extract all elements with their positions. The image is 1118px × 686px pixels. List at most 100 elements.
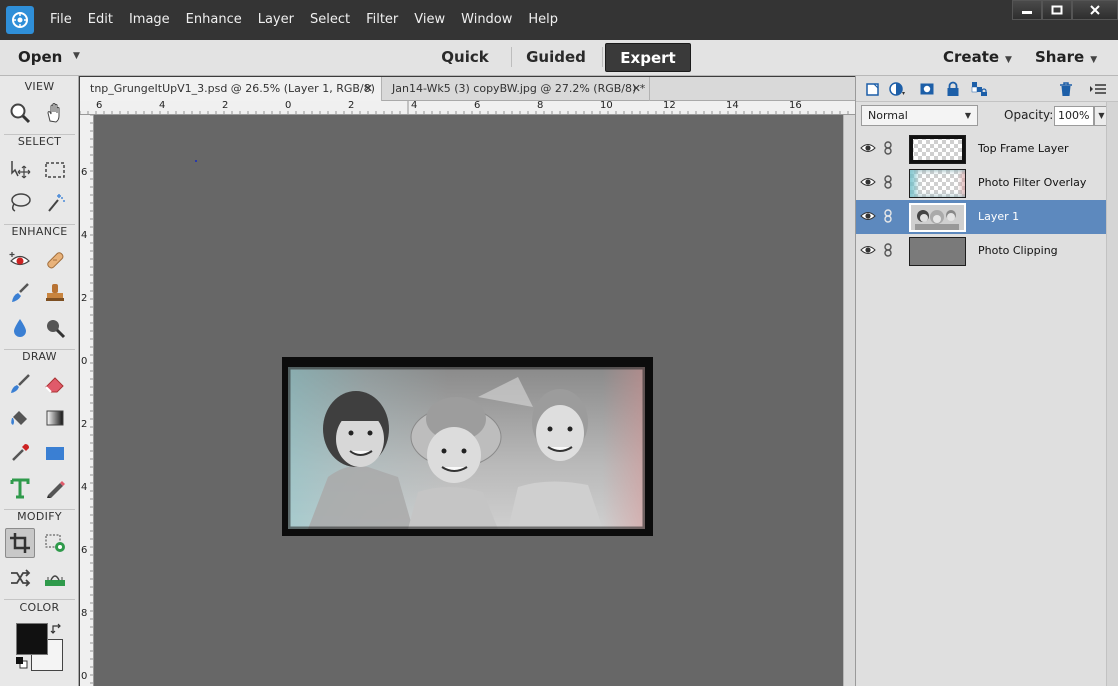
open-button[interactable]: Open xyxy=(18,40,62,74)
sponge-tool[interactable] xyxy=(40,313,70,343)
new-layer-button[interactable] xyxy=(864,80,882,98)
menu-image[interactable]: Image xyxy=(121,0,178,40)
layer-row-selected[interactable]: Layer 1 xyxy=(856,200,1106,234)
menu-bar: File Edit Image Enhance Layer Select Fil… xyxy=(0,0,1118,40)
opacity-input[interactable]: 100% xyxy=(1054,106,1094,126)
maximize-button[interactable] xyxy=(1042,0,1072,20)
canvas-vertical-scrollbar[interactable] xyxy=(843,115,855,686)
document-tab-title: Jan14-Wk5 (3) copyBW.jpg @ 27.2% (RGB/8)… xyxy=(392,82,646,95)
menu-view[interactable]: View xyxy=(406,0,453,40)
document-tab-bar: tnp_GrungeItUpV1_3.psd @ 26.5% (Layer 1,… xyxy=(80,77,855,119)
layer-row[interactable]: Photo Clipping xyxy=(856,234,1106,268)
marquee-tool[interactable] xyxy=(40,155,70,185)
document-canvas[interactable] xyxy=(94,115,843,686)
create-caret-icon: ▼ xyxy=(1005,55,1012,65)
blur-drop-icon xyxy=(14,319,26,337)
photo-image xyxy=(288,367,645,529)
swap-colors-icon[interactable] xyxy=(50,622,64,636)
straighten-tool[interactable] xyxy=(40,563,70,593)
menu-filter[interactable]: Filter xyxy=(358,0,406,40)
brush-tool[interactable] xyxy=(5,369,35,399)
menu-layer[interactable]: Layer xyxy=(250,0,302,40)
link-icon[interactable] xyxy=(882,209,894,223)
straighten-icon xyxy=(45,575,65,586)
ruler-label: 6 xyxy=(81,167,88,178)
blend-mode-value: Normal xyxy=(868,109,908,122)
type-tool[interactable] xyxy=(5,473,35,503)
photo-frame[interactable] xyxy=(282,357,653,536)
tab-expert[interactable]: Expert xyxy=(605,43,691,72)
foreground-color-swatch[interactable] xyxy=(16,623,48,655)
layer-thumbnail xyxy=(909,237,966,266)
adjustment-layer-button[interactable] xyxy=(889,80,907,98)
magic-wand-tool[interactable] xyxy=(40,188,70,218)
link-icon[interactable] xyxy=(882,243,894,257)
link-icon[interactable] xyxy=(882,175,894,189)
gradient-tool[interactable] xyxy=(40,403,70,433)
red-eye-tool[interactable] xyxy=(5,245,35,275)
eye-icon[interactable] xyxy=(860,243,876,257)
delete-layer-button[interactable] xyxy=(1057,80,1075,98)
paint-bucket-tool[interactable] xyxy=(5,403,35,433)
shape-tool[interactable] xyxy=(40,438,70,468)
close-window-button[interactable] xyxy=(1072,0,1118,20)
ruler-label: 6 xyxy=(96,101,103,111)
layer-mask-button[interactable] xyxy=(918,80,936,98)
move-tool[interactable] xyxy=(5,155,35,185)
ruler-label: 0 xyxy=(81,356,88,367)
create-menu[interactable]: Create ▼ xyxy=(943,40,1012,74)
ruler-label: 2 xyxy=(348,101,355,111)
clone-stamp-tool[interactable] xyxy=(40,278,70,308)
spot-healing-tool[interactable] xyxy=(40,245,70,275)
panel-menu-button[interactable] xyxy=(1089,80,1107,98)
layer-thumbnail xyxy=(909,169,966,198)
menu-select[interactable]: Select xyxy=(302,0,358,40)
panel-scrollbar[interactable] xyxy=(1106,102,1118,686)
app-logo-icon[interactable] xyxy=(6,6,34,34)
menu-edit[interactable]: Edit xyxy=(80,0,121,40)
lock-transparent-button[interactable] xyxy=(971,80,989,98)
zoom-tool[interactable] xyxy=(5,98,35,128)
document-tab-active[interactable]: tnp_GrungeItUpV1_3.psd @ 26.5% (Layer 1,… xyxy=(80,77,382,119)
eyedropper-tool[interactable] xyxy=(5,438,35,468)
minimize-button[interactable] xyxy=(1012,0,1042,20)
close-tab-icon[interactable]: ✕ xyxy=(632,77,641,101)
recompose-tool[interactable] xyxy=(40,528,70,558)
default-colors-icon[interactable] xyxy=(15,656,29,670)
layer-row[interactable]: Photo Filter Overlay xyxy=(856,166,1106,200)
crop-tool[interactable] xyxy=(5,528,35,558)
tab-guided[interactable]: Guided xyxy=(514,43,598,72)
eye-icon[interactable] xyxy=(860,175,876,189)
eye-icon[interactable] xyxy=(860,141,876,155)
pencil-tool[interactable] xyxy=(40,473,70,503)
link-icon[interactable] xyxy=(882,141,894,155)
eraser-tool[interactable] xyxy=(40,369,70,399)
open-caret-icon[interactable]: ▼ xyxy=(73,51,80,61)
menu-help[interactable]: Help xyxy=(520,0,566,40)
content-aware-move-tool[interactable] xyxy=(5,563,35,593)
ruler-label: 0 xyxy=(285,101,292,111)
layer-row[interactable]: Top Frame Layer xyxy=(856,132,1106,166)
toolbox: VIEW SELECT ENHANCE DRAW MODIFY COLOR xyxy=(0,76,79,686)
lock-all-button[interactable] xyxy=(944,80,962,98)
ruler-label: 4 xyxy=(159,101,166,111)
sponge-icon xyxy=(47,320,66,339)
new-layer-icon xyxy=(866,83,879,96)
document-tab[interactable]: Jan14-Wk5 (3) copyBW.jpg @ 27.2% (RGB/8)… xyxy=(382,77,650,101)
close-tab-icon[interactable]: ✕ xyxy=(364,77,373,101)
menu-window[interactable]: Window xyxy=(453,0,520,40)
eye-icon[interactable] xyxy=(860,209,876,223)
hand-tool[interactable] xyxy=(40,98,70,128)
bandage-icon xyxy=(47,252,64,269)
tab-quick[interactable]: Quick xyxy=(425,43,505,72)
menu-file[interactable]: File xyxy=(42,0,80,40)
share-menu[interactable]: Share ▼ xyxy=(1035,40,1097,74)
layers-toolbar xyxy=(856,76,1118,102)
brush-icon xyxy=(11,374,30,393)
blend-mode-select[interactable]: Normal ▼ xyxy=(861,105,978,126)
ruler-label: 10 xyxy=(600,101,613,111)
smart-brush-tool[interactable] xyxy=(5,278,35,308)
blur-tool[interactable] xyxy=(5,313,35,343)
lasso-tool[interactable] xyxy=(5,188,35,218)
menu-enhance[interactable]: Enhance xyxy=(178,0,250,40)
